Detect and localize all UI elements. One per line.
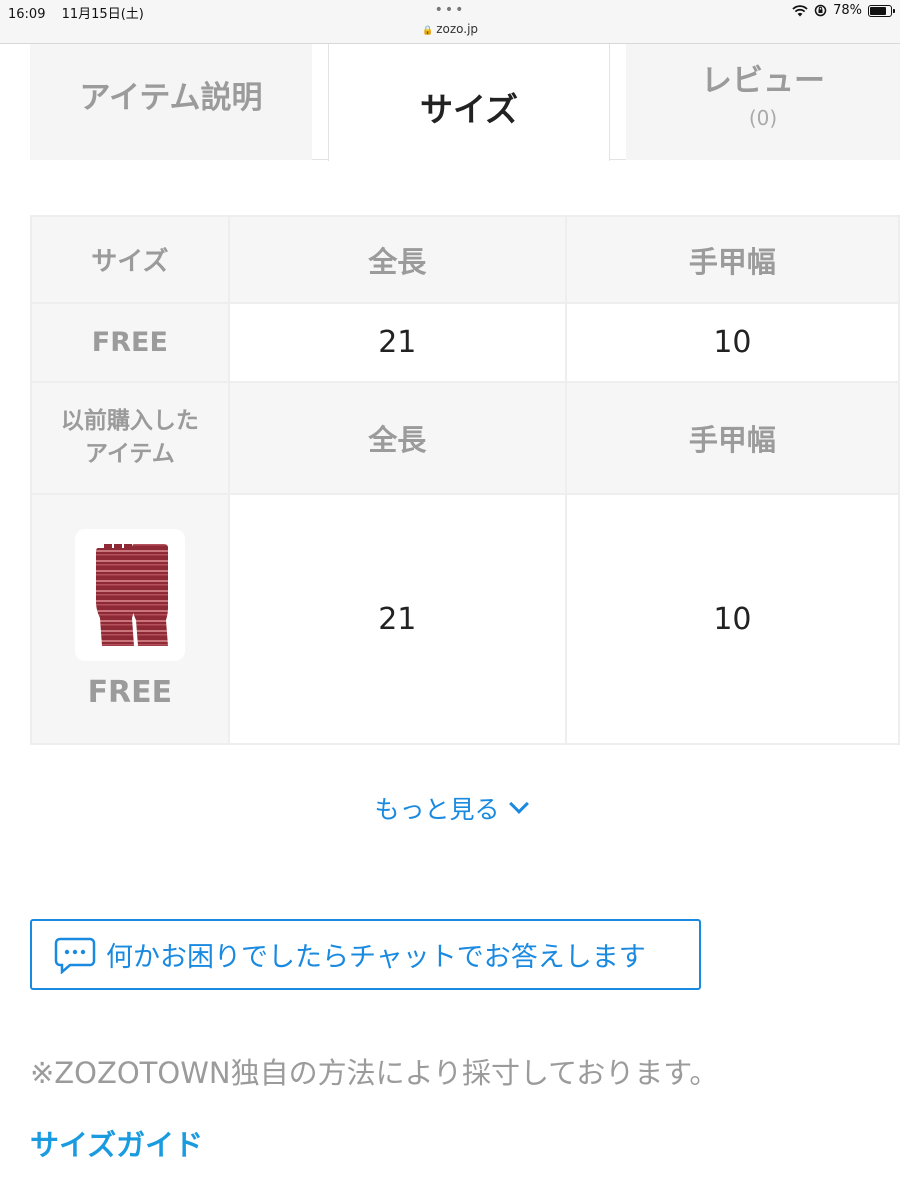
hand-width-value: 10 bbox=[564, 493, 900, 745]
chat-support-button[interactable]: 何かお困りでしたらチャットでお答えします bbox=[30, 919, 701, 990]
previous-item-row: FREE 21 10 bbox=[30, 493, 900, 745]
previous-purchase-label: 以前購入した アイテム bbox=[30, 381, 230, 495]
total-length-value: 21 bbox=[227, 493, 567, 745]
chevron-down-icon bbox=[508, 794, 529, 814]
hand-width-value: 10 bbox=[564, 302, 900, 383]
tab-label: サイズ bbox=[419, 89, 518, 129]
header-size: サイズ bbox=[30, 215, 230, 304]
battery-percent: 78% bbox=[833, 3, 862, 18]
tab-label: アイテム説明 bbox=[79, 79, 263, 116]
battery-fill bbox=[870, 6, 886, 15]
address-bar[interactable]: 🔒 zozo.jp bbox=[0, 22, 900, 36]
header-hand-width: 手甲幅 bbox=[564, 381, 900, 495]
tab-label: レビュー bbox=[701, 62, 825, 99]
tab-dots-icon[interactable]: ••• bbox=[0, 0, 900, 20]
status-right: 78% bbox=[792, 3, 895, 18]
size-table: サイズ 全長 手甲幅 FREE 21 10 以前購入した アイテム 全長 手甲幅 bbox=[30, 215, 900, 745]
previous-item-cell[interactable]: FREE bbox=[30, 493, 230, 745]
page: 16:09 11月15日(土) ••• 🔒 zozo.jp 78% アイテム説明… bbox=[0, 0, 900, 1200]
table-row: FREE 21 10 bbox=[30, 302, 900, 383]
previous-purchase-line2: アイテム bbox=[85, 441, 175, 467]
url-text: zozo.jp bbox=[436, 22, 479, 36]
table-header-row: サイズ 全長 手甲幅 bbox=[30, 215, 900, 304]
tab-item-description[interactable]: アイテム説明 bbox=[30, 44, 312, 160]
chat-button-label: 何かお困りでしたらチャットでお答えします bbox=[106, 942, 646, 973]
previous-purchase-header-row: 以前購入した アイテム 全長 手甲幅 bbox=[30, 381, 900, 495]
size-guide-link[interactable]: サイズガイド bbox=[30, 1122, 203, 1164]
lock-icon: 🔒 bbox=[421, 26, 434, 36]
show-more-link[interactable]: もっと見る bbox=[0, 790, 900, 826]
previous-item-size: FREE bbox=[87, 674, 173, 710]
wifi-icon bbox=[792, 4, 808, 16]
previous-purchase-line1: 以前購入した bbox=[60, 408, 199, 434]
show-more-label: もっと見る bbox=[374, 795, 500, 824]
product-tabs: アイテム説明 サイズ レビュー (0) bbox=[30, 44, 900, 161]
item-thumbnail[interactable] bbox=[74, 528, 185, 661]
header-total-length: 全長 bbox=[227, 215, 567, 304]
orientation-lock-icon bbox=[814, 4, 827, 17]
row-size-label: FREE bbox=[30, 302, 230, 383]
battery-icon bbox=[868, 4, 895, 17]
header-hand-width: 手甲幅 bbox=[564, 215, 900, 304]
tab-size[interactable]: サイズ bbox=[328, 44, 610, 161]
chat-bubble-icon bbox=[54, 936, 96, 974]
review-count: (0) bbox=[748, 105, 778, 130]
header-total-length: 全長 bbox=[227, 381, 567, 495]
total-length-value: 21 bbox=[227, 302, 567, 383]
tab-review[interactable]: レビュー (0) bbox=[626, 44, 900, 160]
measurement-note: ※ZOZOTOWN独自の方法により採寸しております。 bbox=[30, 1056, 719, 1090]
glove-icon bbox=[95, 543, 168, 646]
status-bar: 16:09 11月15日(土) ••• 🔒 zozo.jp 78% bbox=[0, 0, 900, 44]
